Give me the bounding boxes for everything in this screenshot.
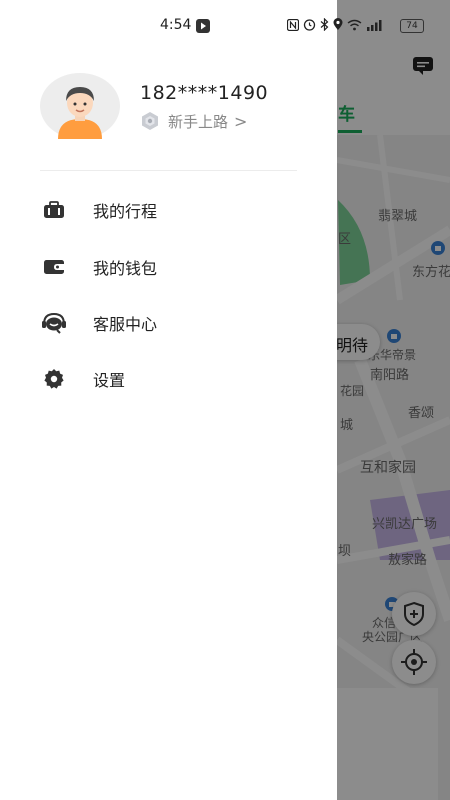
gear-icon — [40, 365, 68, 393]
bluetooth-icon — [320, 18, 329, 31]
menu-label: 我的行程 — [93, 202, 158, 221]
wifi-icon — [347, 19, 362, 30]
battery-indicator: 74 — [400, 19, 424, 33]
user-level-link[interactable]: 新手上路 > — [140, 110, 247, 132]
status-icons — [287, 18, 384, 31]
menu-item-settings[interactable]: 设置 — [40, 359, 297, 399]
wallet-icon — [40, 253, 68, 281]
menu-item-wallet[interactable]: 我的钱包 — [40, 247, 297, 287]
level-badge-icon — [142, 112, 158, 130]
signal-icon — [367, 19, 382, 31]
avatar[interactable] — [40, 73, 120, 139]
nfc-icon — [287, 18, 299, 31]
headset-icon — [40, 309, 68, 337]
side-drawer: 4:54 182****1490 新手上路 > 我的行程 我的钱包 客服中心 设… — [0, 0, 337, 800]
menu-label: 我的钱包 — [93, 259, 158, 278]
menu-label: 客服中心 — [93, 315, 158, 334]
user-level-text: 新手上路 — [168, 112, 229, 131]
play-store-icon — [196, 19, 210, 33]
menu-label: 设置 — [93, 371, 126, 390]
location-icon — [333, 18, 343, 30]
suitcase-icon — [40, 196, 68, 224]
user-phone[interactable]: 182****1490 — [140, 82, 268, 104]
alarm-icon — [303, 19, 316, 31]
chevron-right-icon: > — [234, 111, 248, 131]
divider — [40, 170, 297, 171]
menu-item-trips[interactable]: 我的行程 — [40, 190, 297, 230]
menu-item-support[interactable]: 客服中心 — [40, 303, 297, 343]
status-time: 4:54 — [160, 17, 192, 33]
